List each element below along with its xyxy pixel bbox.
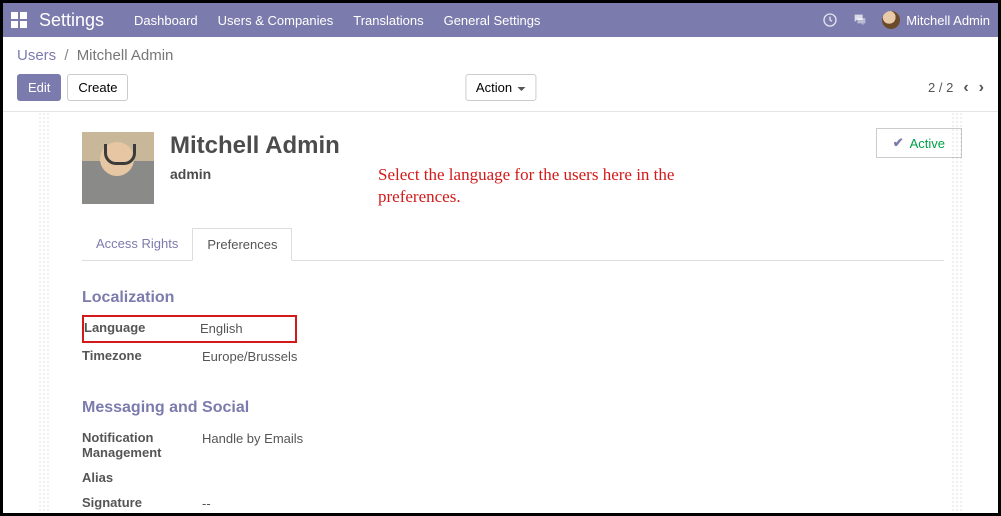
tab-preferences[interactable]: Preferences [192, 228, 292, 261]
tabs: Access Rights Preferences [82, 228, 944, 261]
control-bar: Edit Create Action 2 / 2 ‹ › [3, 70, 998, 111]
pager-count: 2 / 2 [928, 80, 953, 95]
language-label: Language [84, 320, 200, 335]
timezone-value[interactable]: Europe/Brussels [202, 348, 297, 366]
notification-value[interactable]: Handle by Emails [202, 430, 303, 448]
edit-button[interactable]: Edit [17, 74, 61, 101]
signature-value[interactable]: -- Administrator [202, 495, 279, 516]
section-localization: Localization [82, 289, 944, 307]
breadcrumb-root[interactable]: Users [17, 47, 56, 64]
alias-label: Alias [82, 470, 202, 485]
record-login: admin [170, 166, 340, 182]
brand-title[interactable]: Settings [39, 10, 104, 31]
form-sheet: ✔ Active Mitchell Admin admin Select the… [58, 124, 968, 516]
status-label: Active [910, 136, 945, 151]
check-icon: ✔ [893, 135, 904, 151]
conversations-icon[interactable] [852, 12, 868, 28]
nav-translations[interactable]: Translations [353, 13, 423, 28]
pager-next[interactable]: › [979, 79, 984, 97]
user-menu[interactable]: Mitchell Admin [882, 11, 990, 29]
annotation-text: Select the language for the users here i… [378, 164, 708, 208]
field-language-highlight: Language English [82, 315, 297, 343]
pager-prev[interactable]: ‹ [963, 79, 968, 97]
action-dropdown[interactable]: Action [465, 74, 536, 101]
status-active-button[interactable]: ✔ Active [876, 128, 962, 158]
section-messaging: Messaging and Social [82, 399, 944, 417]
apps-icon[interactable] [11, 12, 27, 28]
nav-users-companies[interactable]: Users & Companies [218, 13, 334, 28]
signature-label: Signature [82, 495, 202, 510]
timezone-label: Timezone [82, 348, 202, 363]
user-name: Mitchell Admin [906, 13, 990, 28]
topbar: Settings Dashboard Users & Companies Tra… [3, 3, 998, 37]
breadcrumb-current: Mitchell Admin [77, 47, 174, 64]
breadcrumb: Users / Mitchell Admin [3, 37, 998, 70]
nav-general-settings[interactable]: General Settings [444, 13, 541, 28]
user-avatar[interactable] [82, 132, 154, 204]
top-nav: Dashboard Users & Companies Translations… [134, 13, 822, 28]
avatar-icon [882, 11, 900, 29]
clock-icon[interactable] [822, 12, 838, 28]
caret-down-icon [517, 87, 525, 91]
language-value[interactable]: English [200, 320, 243, 338]
tab-access-rights[interactable]: Access Rights [82, 228, 192, 260]
record-name: Mitchell Admin [170, 132, 340, 160]
nav-dashboard[interactable]: Dashboard [134, 13, 198, 28]
pager: 2 / 2 ‹ › [928, 79, 984, 97]
notification-label: Notification Management [82, 430, 202, 460]
create-button[interactable]: Create [67, 74, 128, 101]
